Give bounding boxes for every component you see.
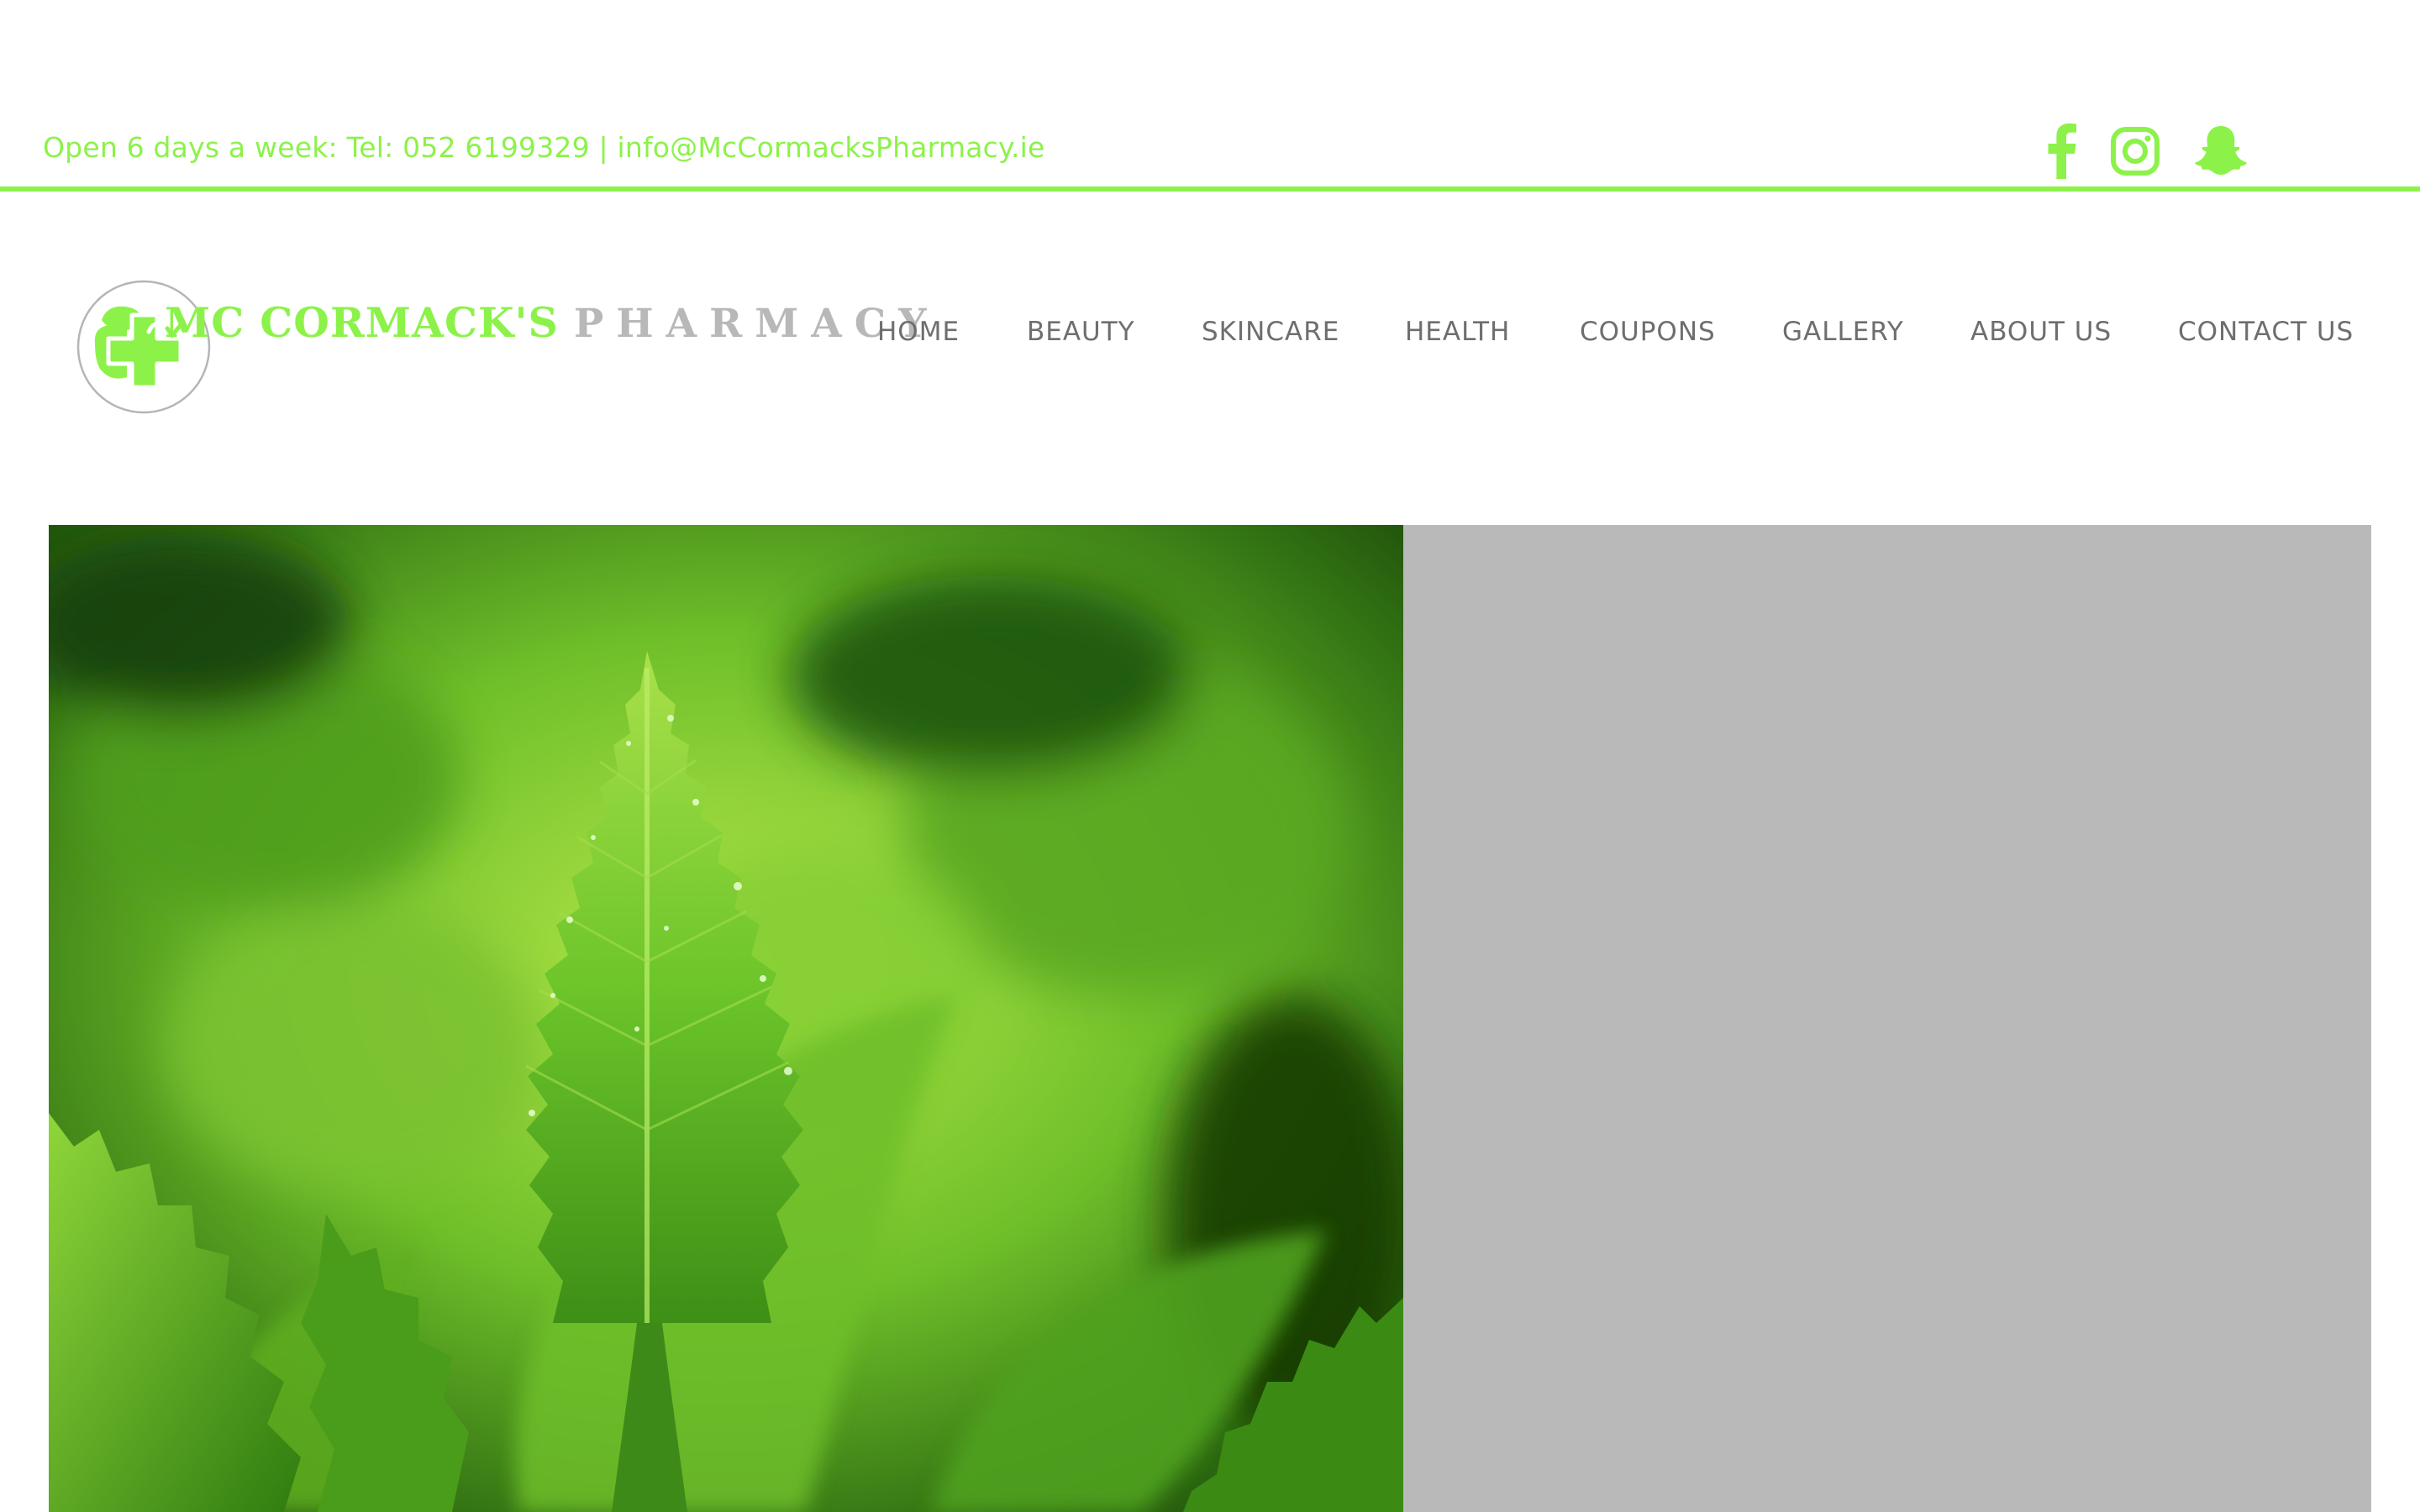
nav-item-about-us[interactable]: ABOUT US bbox=[1970, 312, 2112, 352]
nav-item-beauty[interactable]: BEAUTY bbox=[1027, 312, 1135, 352]
nav-item-coupons[interactable]: COUPONS bbox=[1580, 312, 1716, 352]
snapchat-icon[interactable] bbox=[2189, 119, 2253, 183]
hero-image bbox=[49, 525, 1403, 1512]
hero-side-panel bbox=[1403, 525, 2371, 1512]
nav-item-home[interactable]: HOME bbox=[877, 312, 960, 352]
facebook-icon[interactable] bbox=[2039, 119, 2086, 183]
nav-item-gallery[interactable]: GALLERY bbox=[1782, 312, 1904, 352]
logo-main-text: MC CORMACK'S bbox=[165, 298, 559, 347]
site-logo[interactable]: MC CORMACK'S PHARMACY bbox=[165, 298, 939, 357]
nav-item-health[interactable]: HEALTH bbox=[1405, 312, 1510, 352]
instagram-icon[interactable] bbox=[2105, 119, 2165, 183]
contact-info-text: Open 6 days a week: Tel: 052 6199329 | i… bbox=[43, 131, 1045, 164]
nav-item-skincare[interactable]: SKINCARE bbox=[1202, 312, 1339, 352]
top-info-bar: Open 6 days a week: Tel: 052 6199329 | i… bbox=[0, 0, 2420, 192]
nav-item-contact-us[interactable]: CONTACT US bbox=[2178, 312, 2354, 352]
